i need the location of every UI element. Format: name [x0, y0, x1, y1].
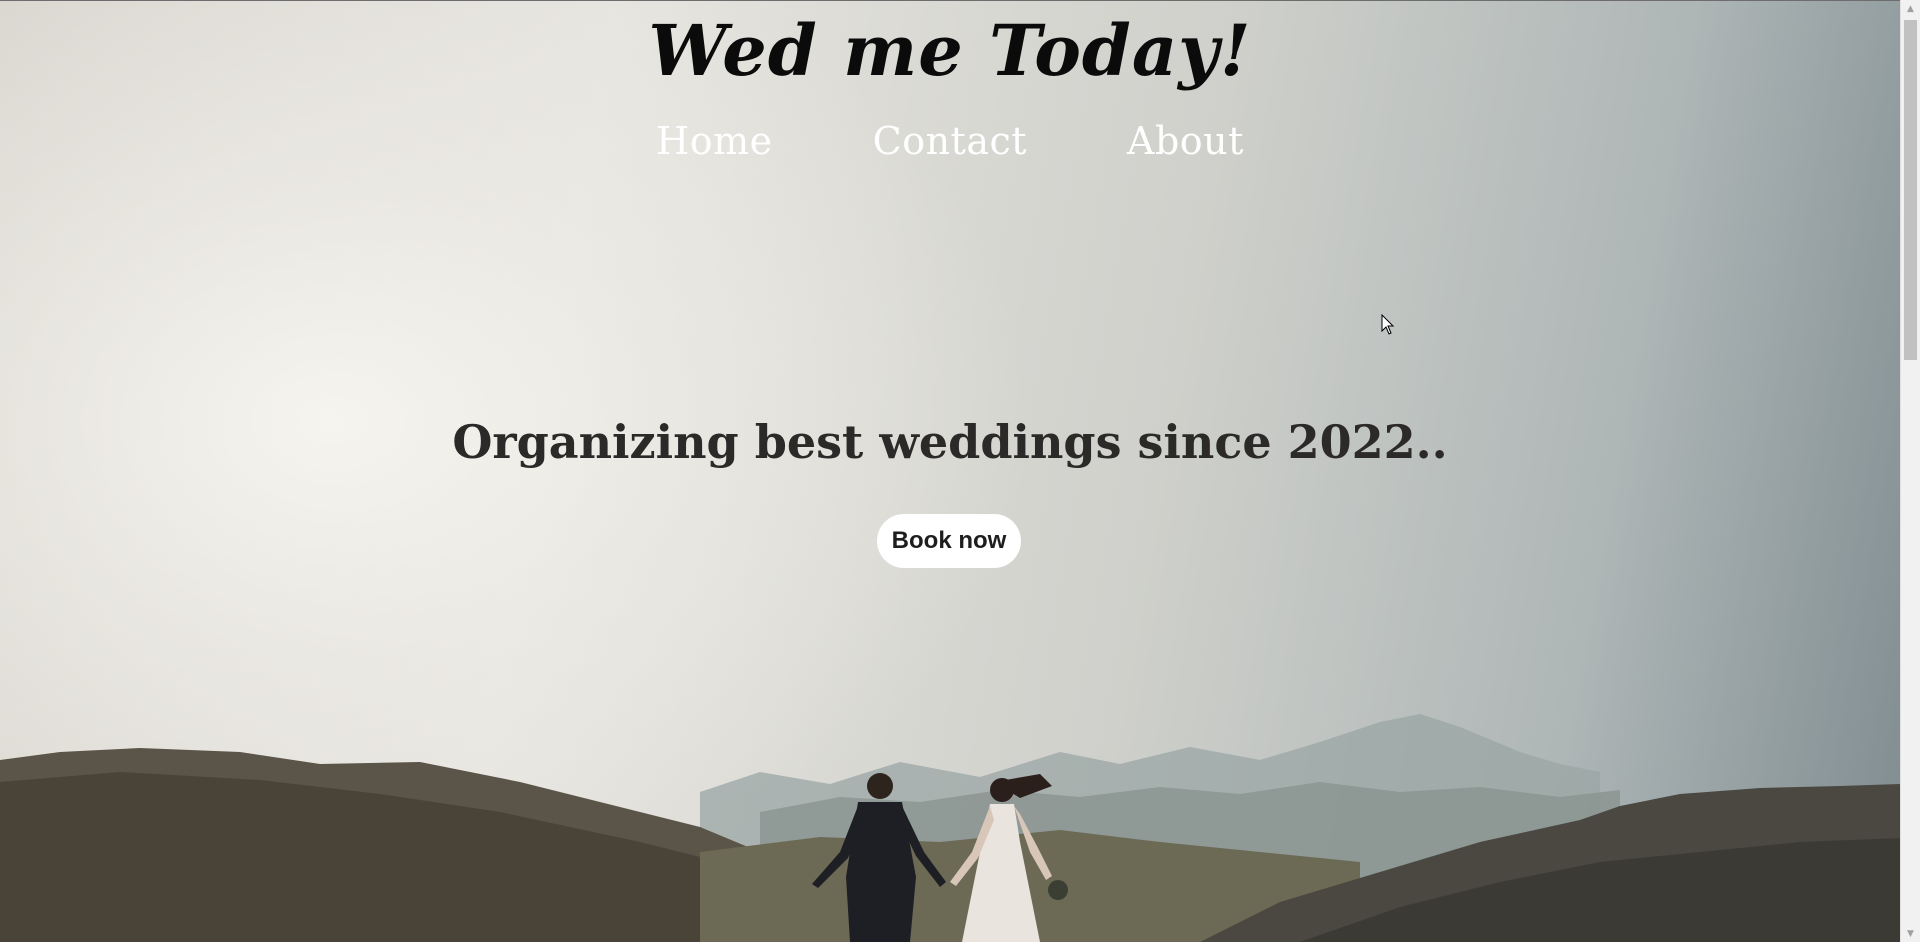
- scrollbar-thumb[interactable]: [1904, 20, 1917, 360]
- nav-item-home[interactable]: Home: [656, 119, 773, 163]
- scroll-down-arrow-icon[interactable]: ▼: [1901, 925, 1920, 942]
- nav-item-about[interactable]: About: [1127, 119, 1244, 163]
- vertical-scrollbar[interactable]: ▲ ▼: [1900, 0, 1920, 942]
- book-now-button[interactable]: Book now: [877, 514, 1021, 568]
- hero-tagline: Organizing best weddings since 2022..: [452, 415, 1448, 469]
- browser-viewport: Wed me Today! Home Contact About Organiz…: [0, 0, 1920, 942]
- mouse-cursor-icon: [1381, 314, 1395, 335]
- main-nav: Home Contact About: [0, 119, 1900, 163]
- hero-section: Wed me Today! Home Contact About Organiz…: [0, 0, 1900, 942]
- nav-item-contact[interactable]: Contact: [873, 119, 1027, 163]
- brand-title: Wed me Today!: [648, 9, 1252, 92]
- couple-landscape-photo: [0, 714, 1900, 942]
- scroll-up-arrow-icon[interactable]: ▲: [1901, 0, 1920, 17]
